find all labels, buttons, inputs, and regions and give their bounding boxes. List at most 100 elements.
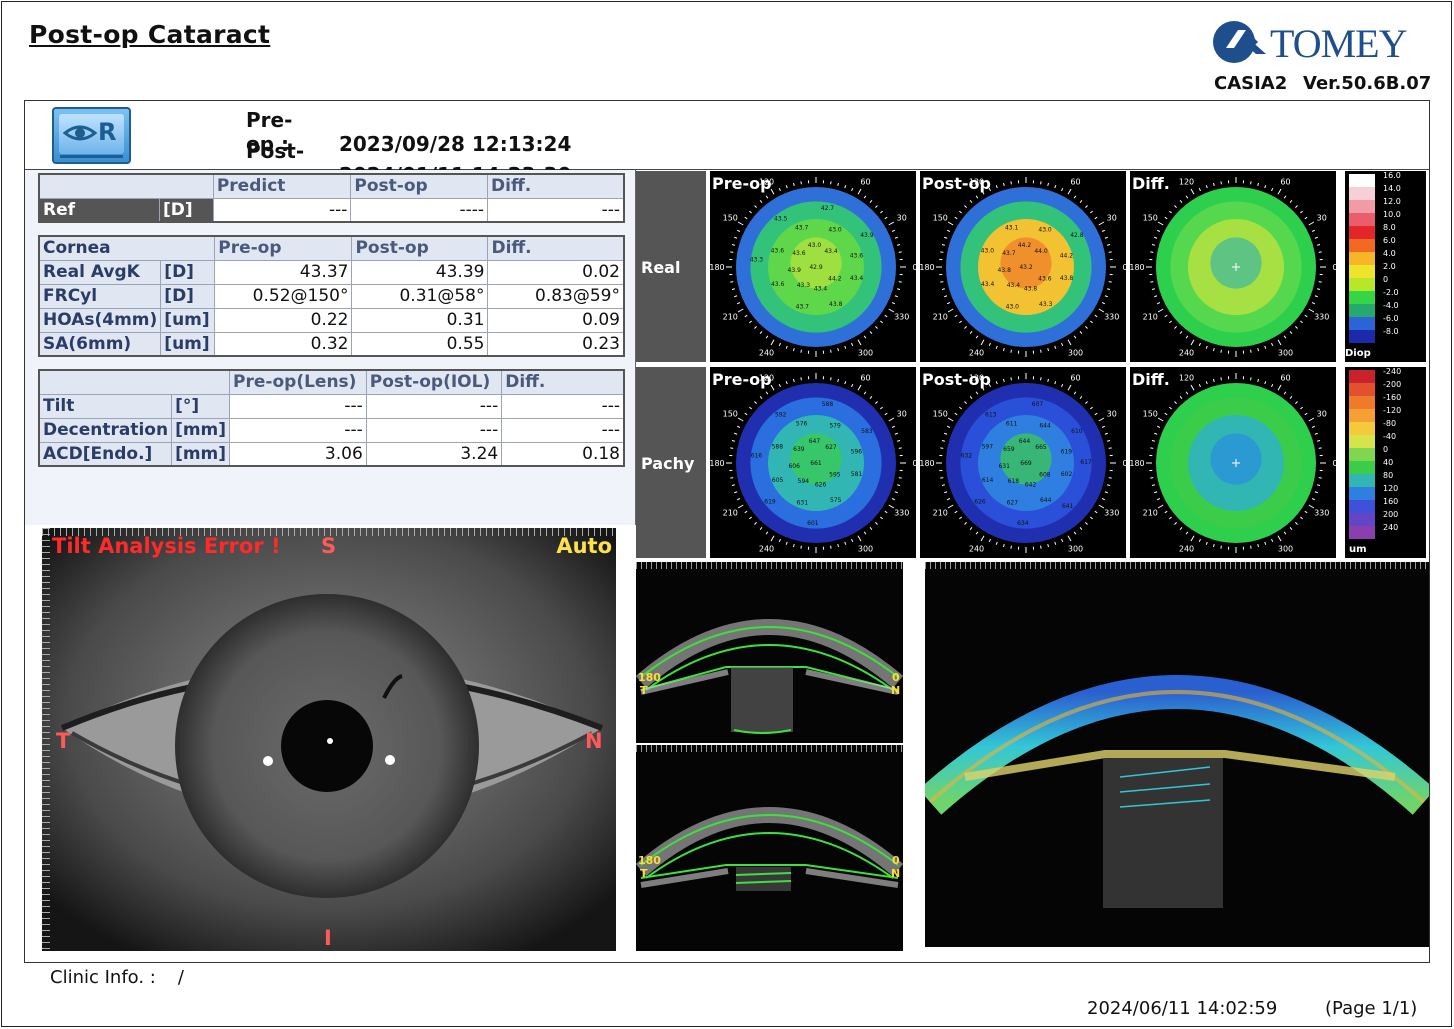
angle-label: 30	[1317, 214, 1327, 223]
report-title: Post-op Cataract	[29, 20, 271, 49]
color-swatch	[1349, 330, 1375, 343]
real-diff-map: 9060300330300270240210180150120 Diff.	[1130, 171, 1336, 362]
row-label: FRCyl	[38, 283, 162, 309]
angle-tick	[792, 544, 795, 548]
table-cell: ---	[365, 393, 503, 419]
map-value-label: 43.9	[860, 232, 874, 239]
color-swatch	[1349, 396, 1375, 409]
pachy-map-row-label: Pachy	[636, 367, 706, 558]
angle-tick	[1067, 384, 1072, 391]
angle-label: 330	[1104, 509, 1119, 518]
angle-tick	[730, 251, 734, 253]
angle-tick	[1108, 251, 1112, 253]
angle-tick	[954, 412, 958, 416]
table-cell: ---	[212, 197, 352, 223]
map-value-label: 43.3	[750, 257, 764, 264]
angle-label: 150	[1143, 410, 1158, 419]
angle-tick	[734, 236, 738, 239]
angle-tick	[1164, 314, 1168, 318]
angle-label: 180	[920, 263, 935, 272]
map-title: Post-op	[922, 174, 991, 193]
angle-tick	[897, 288, 901, 291]
angle-label: 240	[1179, 545, 1194, 554]
table-cell: 0.09	[487, 307, 625, 333]
angle-tick	[1085, 205, 1088, 208]
color-bar	[1349, 370, 1375, 539]
oct-angle-label: 0	[892, 854, 900, 867]
map-value-label: 43.6	[771, 281, 785, 288]
inferior-marker: I	[324, 926, 332, 950]
table-cell: ---	[501, 417, 625, 443]
angle-tick	[880, 210, 883, 214]
table-cell: 43.39	[351, 259, 489, 285]
clinic-info-value: /	[177, 967, 184, 988]
angle-tick	[759, 331, 763, 334]
angle-tick	[1164, 412, 1168, 416]
map-value-label: 44.2	[828, 275, 842, 282]
angle-tick	[1317, 243, 1321, 246]
angle-tick	[1314, 491, 1318, 494]
angle-label: 210	[1143, 313, 1158, 322]
table-cell: 0.52@150°	[214, 283, 353, 309]
angle-tick	[944, 295, 948, 298]
angle-tick	[1151, 484, 1155, 487]
angle-label: 210	[723, 313, 738, 322]
color-bar	[1349, 174, 1375, 343]
map-value-label: 43.4	[814, 286, 828, 293]
angle-tick	[1317, 288, 1321, 291]
angle-tick	[737, 504, 744, 509]
angle-tick	[1047, 348, 1050, 352]
pachymetry-map-graphic: 9060300330300270240210180150120669665644…	[920, 367, 1126, 554]
angle-label: 60	[1280, 373, 1290, 382]
map-value-label: 597	[982, 444, 994, 451]
angle-tick	[988, 538, 991, 543]
map-value-label: 43.0	[981, 248, 995, 255]
angle-label: 180	[1130, 263, 1145, 272]
tilt-analysis-error: Tilt Analysis Error !	[52, 534, 281, 558]
angle-tick	[995, 381, 998, 385]
angle-tick	[1067, 339, 1072, 346]
angle-tick	[1271, 538, 1274, 543]
angle-tick	[1156, 229, 1161, 232]
tomey-logo-icon	[1213, 21, 1266, 63]
angle-tick	[1212, 348, 1215, 352]
table-title: Cornea	[38, 235, 216, 261]
map-value-label: 576	[796, 421, 808, 428]
pachy-pre-op-map: 9060300330300270240210180150120661627647…	[710, 367, 916, 558]
angle-label: 60	[1070, 177, 1080, 186]
color-swatch	[1349, 448, 1375, 461]
angle-tick	[1157, 308, 1164, 313]
angle-label: 90	[1021, 171, 1031, 173]
map-value-label: 617	[1080, 459, 1092, 466]
angle-tick	[851, 538, 854, 543]
angle-tick	[857, 535, 862, 542]
angle-tick	[880, 516, 883, 520]
map-value-label: 614	[982, 477, 994, 484]
angle-tick	[1250, 181, 1252, 185]
map-value-label: 626	[815, 482, 827, 489]
angle-label: 330	[1314, 313, 1329, 322]
angle-tick	[1073, 391, 1077, 395]
angle-label: 60	[1070, 373, 1080, 382]
angle-label: 0	[1122, 263, 1126, 272]
angle-tick	[869, 331, 873, 334]
angle-tick	[1318, 251, 1322, 253]
clinic-info: Clinic Info. : /	[50, 967, 184, 988]
angle-tick	[891, 498, 896, 501]
angle-tick	[1318, 447, 1322, 449]
angle-tick	[736, 302, 741, 305]
angle-label: 0	[912, 263, 916, 272]
angle-tick	[1205, 345, 1208, 349]
map-value-label: 43.8	[1024, 286, 1038, 293]
map-value-label: 43.0	[828, 227, 842, 234]
real-post-op-map: 906030033030027024021018015012043.244.04…	[920, 171, 1126, 362]
angle-label: 60	[860, 177, 870, 186]
angle-tick	[1073, 335, 1077, 339]
angle-tick	[1212, 182, 1215, 186]
row-unit: [um]	[160, 331, 216, 357]
angle-tick	[1250, 545, 1252, 549]
angle-tick	[754, 205, 757, 208]
angle-tick	[995, 541, 998, 545]
angle-tick	[946, 425, 951, 428]
angle-tick	[1061, 383, 1064, 388]
